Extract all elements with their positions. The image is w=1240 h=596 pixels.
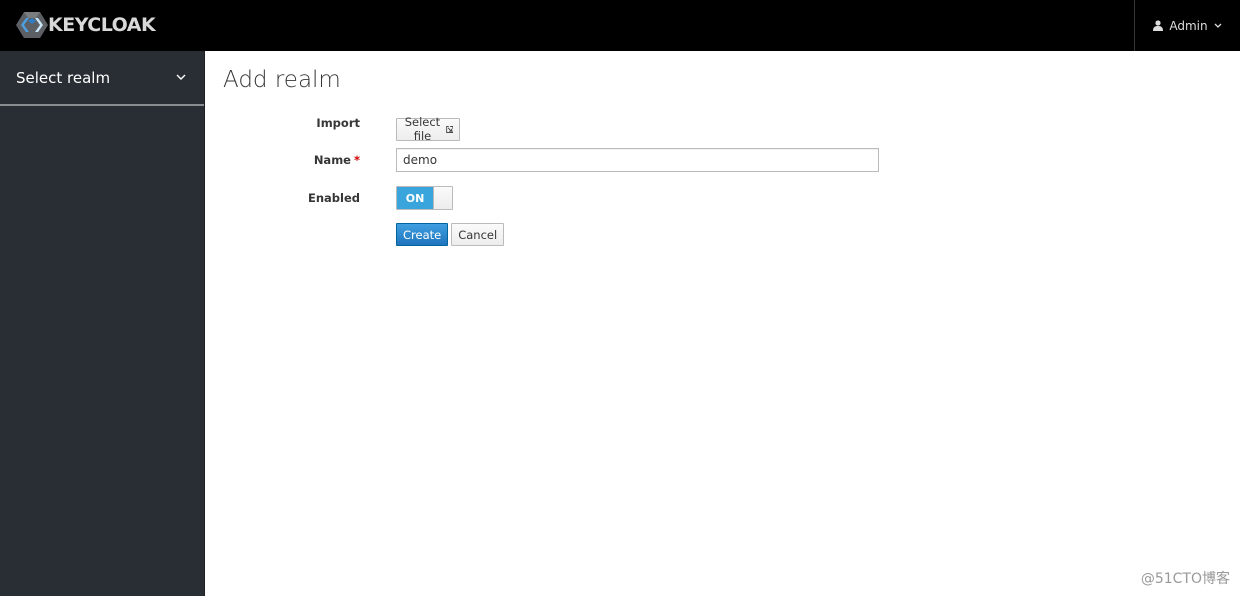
- import-label: Import: [316, 115, 360, 130]
- select-file-label: Select file: [404, 115, 441, 143]
- user-name: Admin: [1169, 18, 1208, 33]
- name-label: Name *: [205, 153, 360, 167]
- cancel-button[interactable]: Cancel: [451, 223, 505, 246]
- keycloak-logo-icon: [16, 12, 48, 38]
- keycloak-logo[interactable]: KEYCLOAK: [16, 10, 156, 40]
- toggle-on-label: ON: [397, 187, 433, 209]
- top-navbar: KEYCLOAK Admin: [0, 0, 1240, 51]
- chevron-down-icon: [176, 74, 186, 80]
- chevron-down-icon: [1214, 23, 1222, 28]
- toggle-handle: [433, 187, 452, 209]
- enabled-label: Enabled: [307, 191, 360, 205]
- enabled-toggle[interactable]: ON: [396, 186, 453, 210]
- user-menu[interactable]: Admin: [1134, 0, 1240, 51]
- required-marker: *: [353, 153, 360, 167]
- select-file-button[interactable]: Select file: [396, 115, 461, 143]
- sidebar: Select realm: [0, 51, 205, 596]
- brand-name: KEYCLOAK: [48, 14, 156, 36]
- main-content: Add realm Import Select file Name* Enabl…: [205, 51, 1240, 596]
- realm-selector-label: Select realm: [16, 68, 111, 87]
- user-icon: [1153, 20, 1164, 31]
- realm-name-input[interactable]: [396, 148, 879, 172]
- import-row: Import Select file: [205, 111, 461, 143]
- realm-selector[interactable]: Select realm: [0, 51, 204, 106]
- name-label-text: Name: [313, 153, 351, 167]
- page-title: Add realm: [223, 67, 341, 93]
- create-button[interactable]: Create: [396, 223, 449, 246]
- name-row: Name *: [205, 148, 879, 172]
- watermark: @51CTO博客: [1140, 571, 1230, 587]
- import-icon: [446, 125, 454, 133]
- enabled-row: Enabled ON: [205, 186, 453, 210]
